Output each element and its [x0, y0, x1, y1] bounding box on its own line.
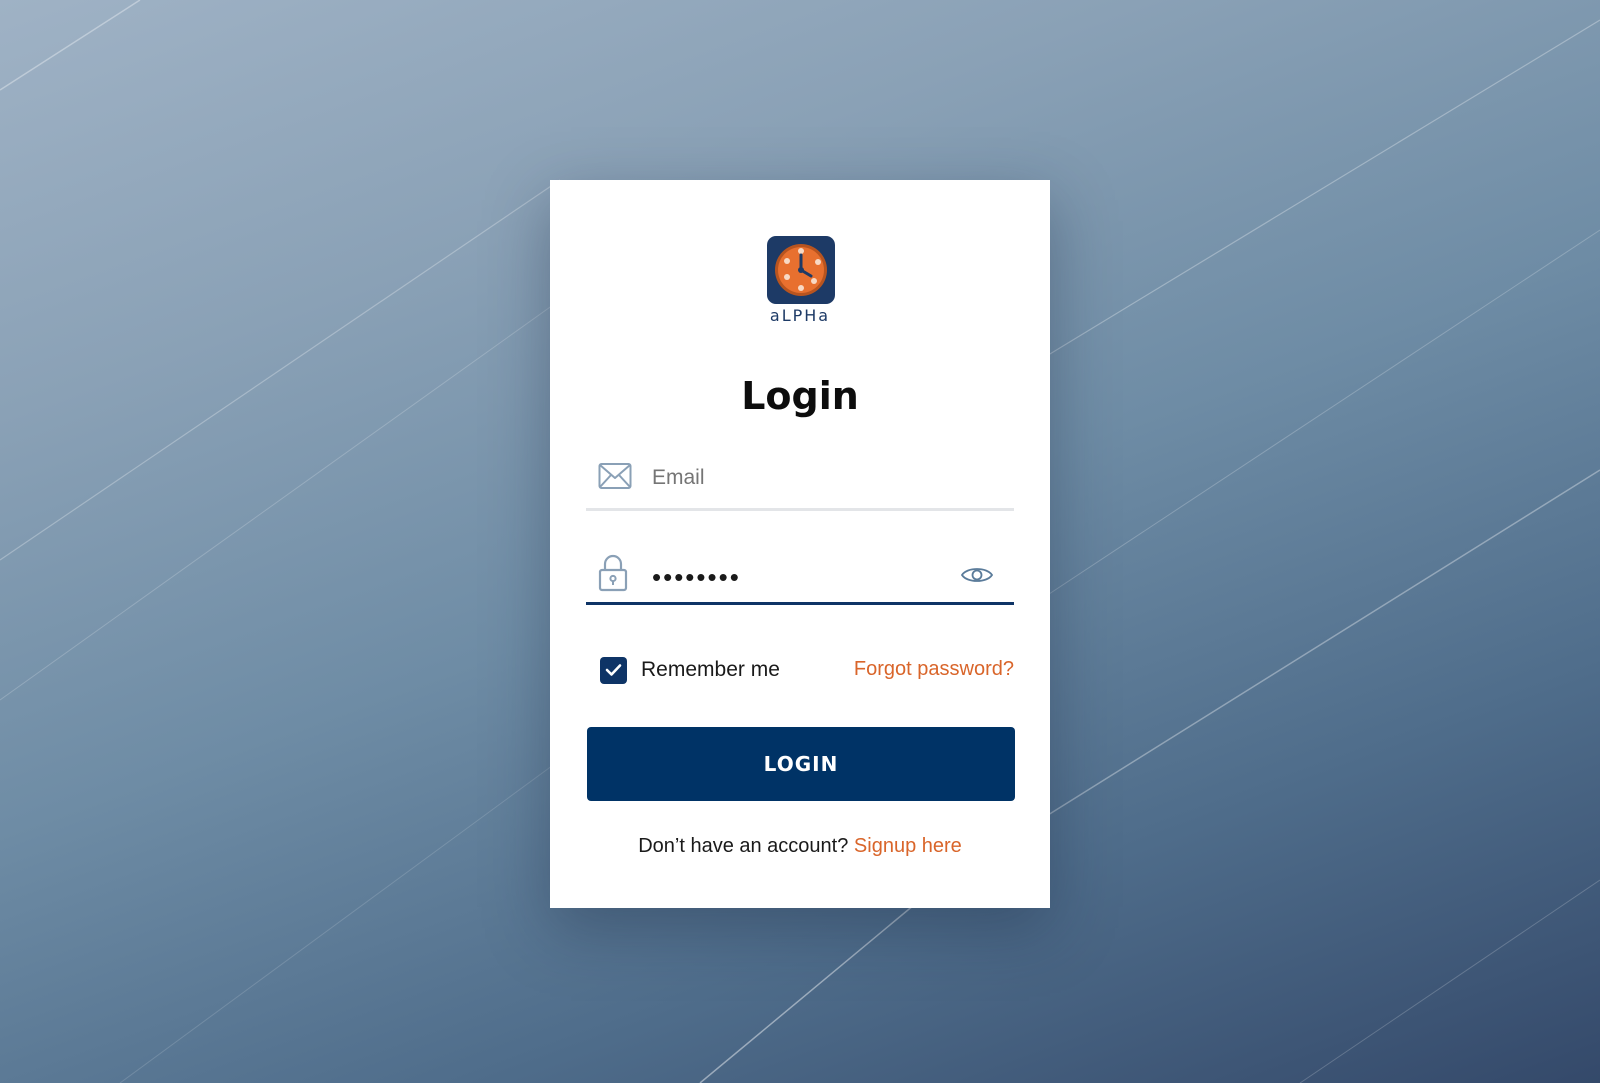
- lock-icon: [598, 554, 628, 597]
- signup-prompt: Don’t have an account? Signup here: [550, 835, 1050, 858]
- email-field: [586, 450, 1014, 511]
- page-title: Login: [741, 374, 859, 418]
- password-field: [586, 546, 1014, 608]
- envelope-icon: [598, 462, 632, 495]
- remember-me[interactable]: Remember me: [600, 656, 780, 684]
- brand-name: aLPHa: [769, 306, 831, 325]
- remember-me-label: Remember me: [641, 658, 780, 681]
- eye-icon[interactable]: [960, 564, 994, 591]
- remember-me-checkbox[interactable]: [600, 656, 627, 684]
- signup-prompt-text: Don’t have an account?: [638, 835, 849, 857]
- app-logo: [767, 236, 835, 304]
- login-button[interactable]: LOGIN: [587, 727, 1015, 801]
- clock-icon: [775, 244, 827, 296]
- email-input[interactable]: [652, 450, 952, 506]
- login-card: aLPHa Login Email •••••••• Remember me F…: [550, 180, 1050, 908]
- password-input[interactable]: [652, 546, 952, 608]
- signup-link[interactable]: Signup here: [854, 835, 962, 857]
- forgot-password-link[interactable]: Forgot password?: [854, 658, 1014, 681]
- checkmark-icon: [605, 664, 622, 676]
